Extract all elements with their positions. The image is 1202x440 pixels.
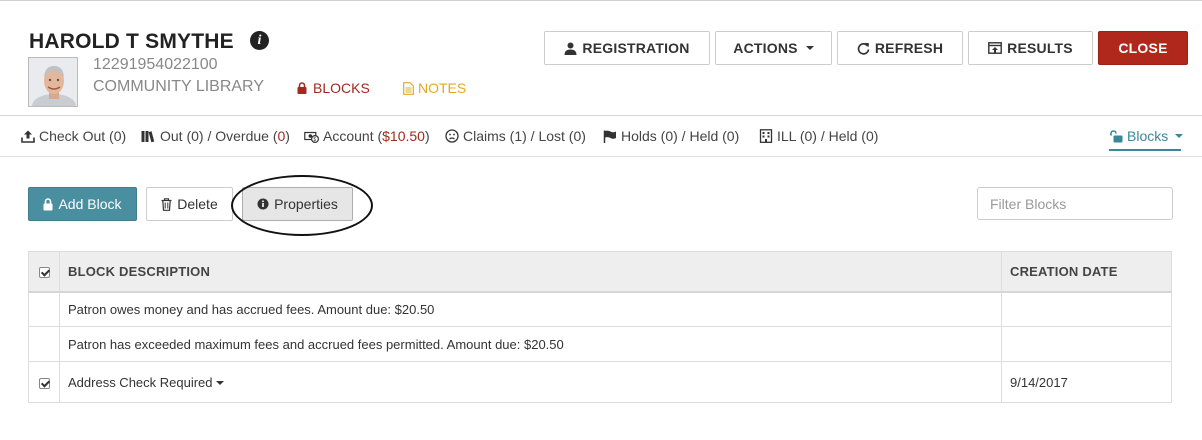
svg-text:$: $ (313, 137, 316, 143)
lock-icon (297, 82, 307, 94)
tab-claims-lost[interactable]: Claims (1) / Lost (0) (445, 128, 586, 144)
info-icon[interactable]: i (250, 31, 269, 50)
tab-out-label: Out (0) / Overdue ( (160, 128, 278, 144)
table-header-row: BLOCK DESCRIPTION CREATION DATE (28, 251, 1172, 293)
tab-holds-label: Holds (0) / Held (0) (621, 128, 740, 144)
filter-blocks-input[interactable] (977, 187, 1173, 220)
patron-library: COMMUNITY LIBRARY (93, 78, 264, 95)
tab-ill-label: ILL (0) / Held (0) (777, 128, 879, 144)
properties-button[interactable]: Properties (242, 187, 353, 221)
chevron-down-icon (805, 46, 814, 50)
row-checkbox-cell (28, 291, 60, 327)
select-all-cell (28, 251, 60, 293)
tab-blocks-label: Blocks (1127, 128, 1169, 144)
add-block-label: Add Block (58, 196, 122, 212)
header-creation-date[interactable]: CREATION DATE (1001, 251, 1172, 293)
delete-button[interactable]: Delete (146, 187, 233, 221)
creation-date-cell (1001, 326, 1172, 362)
patron-name: HAROLD T SMYTHE (29, 30, 234, 53)
notes-link-label: NOTES (418, 80, 467, 96)
tab-claims-label: Claims (1) / Lost (0) (463, 128, 586, 144)
tab-check-out-label: Check Out (0) (39, 128, 127, 144)
table-row[interactable]: Patron owes money and has accrued fees. … (28, 291, 1172, 327)
nav-divider (0, 156, 1202, 157)
block-description-text: Address Check Required (68, 374, 213, 390)
tab-holds[interactable]: Holds (0) / Held (0) (603, 128, 739, 144)
creation-date-cell (1001, 291, 1172, 327)
results-label: RESULTS (1007, 40, 1073, 56)
block-description-cell: Patron owes money and has accrued fees. … (59, 291, 1002, 327)
close-button[interactable]: CLOSE (1098, 31, 1188, 65)
refresh-label: REFRESH (874, 40, 944, 56)
row-checkbox-cell (28, 361, 60, 403)
header-block-description[interactable]: BLOCK DESCRIPTION (59, 251, 1002, 293)
properties-label: Properties (274, 196, 338, 212)
table-row[interactable]: Address Check Required 9/14/2017 (28, 361, 1172, 403)
active-tab-indicator (1109, 149, 1181, 151)
tab-blocks[interactable]: Blocks (1110, 128, 1184, 144)
flag-icon (603, 130, 616, 143)
row-checkbox[interactable] (38, 377, 50, 389)
results-icon (988, 41, 1003, 54)
frown-icon (445, 129, 459, 143)
select-all-checkbox[interactable] (38, 266, 50, 278)
refresh-icon (857, 42, 870, 55)
blocks-table: BLOCK DESCRIPTION CREATION DATE Patron o… (28, 251, 1172, 403)
blocks-link[interactable]: BLOCKS (297, 80, 370, 96)
account-amount: $10.50 (382, 128, 425, 144)
unlock-icon (1110, 129, 1123, 142)
registration-button[interactable]: REGISTRATION (544, 31, 710, 65)
books-icon (141, 130, 155, 142)
row-checkbox-cell (28, 326, 60, 362)
user-icon (564, 42, 577, 55)
tab-out-suffix: ) (285, 128, 290, 144)
tab-account-suffix: ) (424, 128, 430, 144)
lock-icon (43, 197, 53, 210)
block-description-cell[interactable]: Address Check Required (59, 361, 1002, 403)
tab-account[interactable]: $ Account ($10.50) (304, 128, 430, 144)
blocks-link-label: BLOCKS (313, 80, 370, 96)
info-circle-icon (257, 198, 269, 210)
creation-date-cell: 9/14/2017 (1001, 361, 1172, 403)
building-icon (759, 129, 773, 143)
refresh-button[interactable]: REFRESH (837, 31, 963, 65)
tab-ill[interactable]: ILL (0) / Held (0) (759, 128, 878, 144)
upload-icon (21, 130, 35, 143)
add-block-button[interactable]: Add Block (28, 187, 137, 221)
registration-label: REGISTRATION (582, 40, 690, 56)
notes-link[interactable]: NOTES (403, 80, 466, 96)
patron-photo-icon (29, 58, 77, 106)
actions-dropdown[interactable]: ACTIONS (715, 31, 832, 65)
tab-out-overdue[interactable]: Out (0) / Overdue (0) (141, 128, 290, 144)
trash-icon (161, 197, 172, 211)
actions-label: ACTIONS (733, 40, 798, 56)
tab-account-label: Account ( (323, 128, 383, 144)
header-divider (0, 115, 1202, 116)
chevron-down-icon[interactable] (215, 381, 224, 386)
results-button[interactable]: RESULTS (968, 31, 1093, 65)
delete-label: Delete (177, 196, 218, 212)
block-description-cell: Patron has exceeded maximum fees and acc… (59, 326, 1002, 362)
chevron-down-icon (1175, 134, 1184, 138)
top-border (0, 0, 1202, 1)
note-icon (403, 81, 414, 95)
tab-check-out[interactable]: Check Out (0) (21, 128, 126, 144)
money-icon: $ (304, 131, 319, 143)
table-row[interactable]: Patron has exceeded maximum fees and acc… (28, 326, 1172, 362)
avatar (28, 57, 78, 107)
patron-barcode: 12291954022100 (93, 56, 218, 73)
